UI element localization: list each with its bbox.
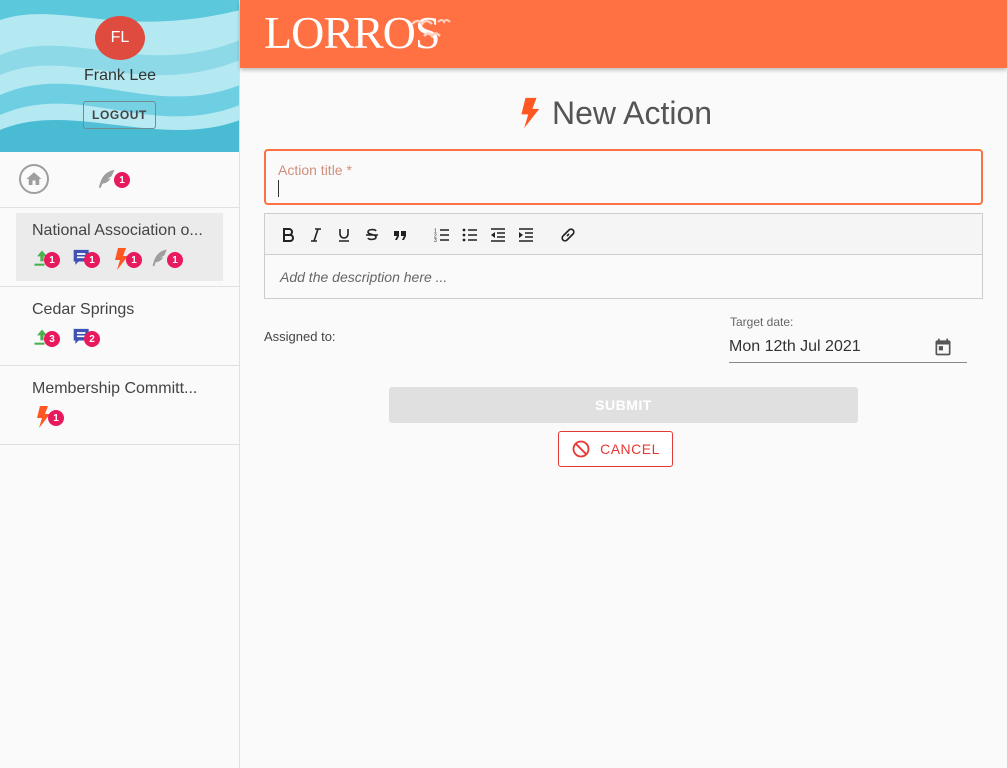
outdent-button[interactable]	[488, 225, 508, 245]
tasks-stat[interactable]: 3	[32, 327, 68, 349]
ordered-list-icon: 123	[434, 229, 449, 242]
group-item-national-association[interactable]: National Association o... 1 1 1 1	[0, 208, 239, 287]
group-name: Membership Committ...	[32, 380, 198, 397]
action-title-input[interactable]: Action title *	[264, 149, 983, 205]
profile-panel: FL Frank Lee LOGOUT	[0, 0, 239, 152]
outdent-icon	[491, 228, 505, 242]
text-caret	[278, 180, 279, 197]
calendar-icon[interactable]	[933, 336, 953, 358]
count-badge: 1	[167, 252, 183, 268]
strikethrough-button[interactable]	[362, 225, 382, 245]
sidebar: FL Frank Lee LOGOUT 1 National Associati…	[0, 0, 240, 768]
feather-button[interactable]: 1	[96, 168, 136, 192]
group-name: National Association o...	[32, 222, 203, 239]
group-item-membership-committee[interactable]: Membership Committ... 1	[0, 366, 239, 445]
tasks-stat[interactable]: 1	[32, 248, 68, 270]
editor-toolbar: 123	[265, 214, 982, 255]
indent-icon	[519, 228, 533, 242]
count-badge: 2	[84, 331, 100, 347]
link-button[interactable]	[558, 225, 578, 245]
description-placeholder: Add the description here ...	[280, 269, 448, 285]
group-item-cedar-springs[interactable]: Cedar Springs 3 2	[0, 287, 239, 366]
count-badge: 3	[44, 331, 60, 347]
italic-icon	[311, 228, 321, 242]
quote-icon	[394, 231, 406, 240]
group-name: Cedar Springs	[32, 301, 135, 318]
cancel-button[interactable]: CANCEL	[558, 431, 673, 467]
count-badge: 1	[84, 252, 100, 268]
bullet-list-icon	[462, 228, 477, 242]
bullet-list-button[interactable]	[460, 225, 480, 245]
assigned-to-label: Assigned to:	[264, 329, 336, 344]
target-date-label: Target date:	[730, 315, 794, 329]
cancel-label: CANCEL	[600, 441, 660, 457]
comments-stat[interactable]: 1	[72, 248, 108, 270]
target-date-field[interactable]: Mon 12th Jul 2021	[729, 333, 967, 363]
ordered-list-button[interactable]: 123	[432, 225, 452, 245]
bold-button[interactable]	[278, 225, 298, 245]
description-editor[interactable]: 123 Add the description here ...	[264, 213, 983, 299]
feather-stat[interactable]: 1	[150, 248, 186, 270]
birds-icon	[411, 19, 451, 39]
comments-stat[interactable]: 2	[72, 327, 108, 349]
target-date-value: Mon 12th Jul 2021	[729, 338, 861, 355]
bold-icon	[283, 228, 294, 242]
avatar[interactable]: FL	[95, 16, 145, 60]
strikethrough-icon	[366, 228, 378, 241]
count-badge: 1	[44, 252, 60, 268]
link-icon	[561, 228, 575, 242]
actions-stat[interactable]: 1	[114, 248, 150, 270]
page-title: New Action	[552, 94, 713, 131]
app-header: LORROS	[240, 0, 1007, 68]
cancel-icon	[572, 440, 590, 458]
feather-badge: 1	[114, 172, 130, 188]
actions-stat[interactable]: 1	[36, 406, 72, 428]
count-badge: 1	[48, 410, 64, 426]
page-heading: New Action	[520, 88, 712, 138]
svg-text:3: 3	[434, 238, 437, 242]
blockquote-button[interactable]	[390, 225, 410, 245]
home-icon	[26, 172, 42, 185]
submit-button[interactable]: SUBMIT	[389, 387, 858, 423]
user-name: Frank Lee	[83, 67, 157, 84]
underline-icon	[339, 229, 349, 242]
logout-button[interactable]: LOGOUT	[83, 101, 156, 129]
count-badge: 1	[126, 252, 142, 268]
italic-button[interactable]	[306, 225, 326, 245]
underline-button[interactable]	[334, 225, 354, 245]
action-bolt-icon	[521, 97, 540, 129]
action-title-label: Action title *	[278, 162, 352, 178]
home-button[interactable]	[19, 164, 49, 194]
indent-button[interactable]	[516, 225, 536, 245]
sidebar-nav: 1	[0, 152, 239, 208]
